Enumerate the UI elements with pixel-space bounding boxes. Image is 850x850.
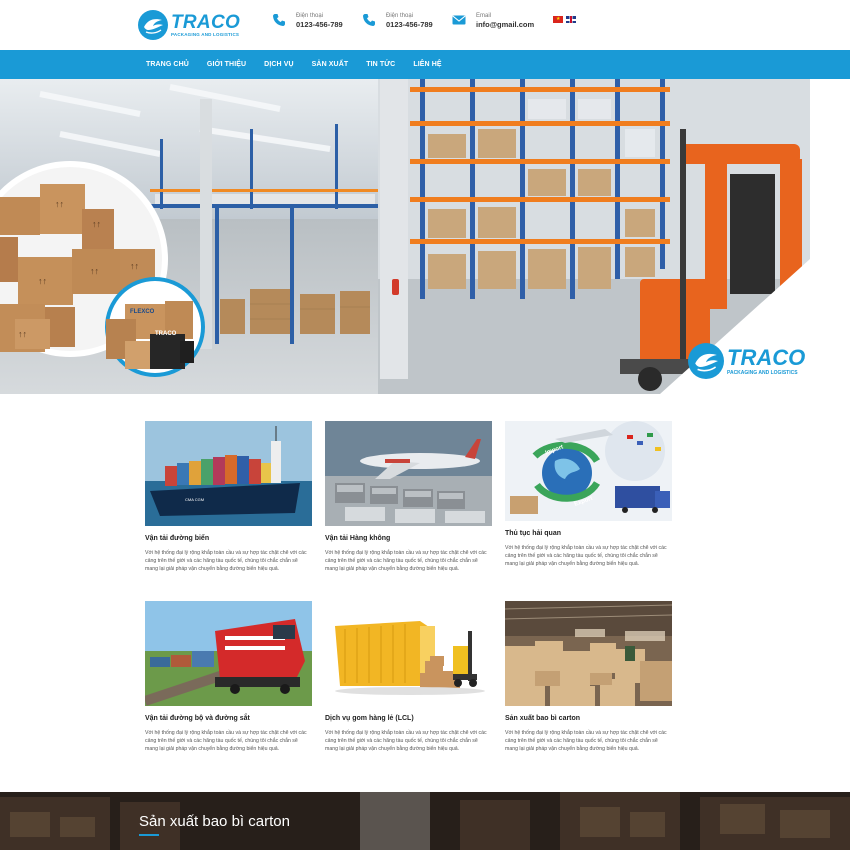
- nav-item-news[interactable]: TIN TỨC: [366, 61, 395, 68]
- warehouse-banner-image: [0, 792, 850, 850]
- customs-image[interactable]: Import Export: [505, 421, 672, 521]
- site-logo[interactable]: TRACO PACKAGING AND LOGISTICS: [138, 8, 240, 42]
- service-card-lcl[interactable]: Dịch vụ gom hàng lẻ (LCL) Với hệ thống đ…: [325, 601, 492, 753]
- svg-text:↑↑: ↑↑: [92, 219, 101, 229]
- bird-logo-icon: [138, 10, 168, 40]
- carton-section-banner: [0, 792, 850, 850]
- nav-item-services[interactable]: DỊCH VỤ: [264, 61, 293, 68]
- service-description: Với hệ thống đại lý rộng khắp toàn cầu v…: [145, 550, 307, 572]
- service-title[interactable]: Vận tải đường bộ và đường sắt: [145, 714, 312, 723]
- contact-email: Email info@gmail.com: [452, 12, 534, 30]
- service-description: Với hệ thống đại lý rộng khắp toàn cầu v…: [145, 730, 307, 752]
- hero-logo-tagline: PACKAGING AND LOGISTICS: [727, 369, 798, 376]
- contact-label: Điện thoại: [386, 13, 414, 19]
- nav-item-production[interactable]: SẢN XUẤT: [312, 61, 349, 68]
- site-header: TRACO PACKAGING AND LOGISTICS Điện thoại…: [0, 0, 850, 50]
- contact-phone-value[interactable]: 0123-456-789: [386, 20, 433, 30]
- nav-item-contact[interactable]: LIÊN HỆ: [413, 61, 441, 68]
- uk-flag-icon[interactable]: [566, 16, 576, 23]
- vn-flag-icon[interactable]: [553, 16, 563, 23]
- contact-phone-1: Điện thoại 0123-456-789: [272, 12, 343, 30]
- service-title[interactable]: Thủ tục hải quan: [505, 529, 672, 538]
- hero-banner: ↑↑ ↑↑ ↑↑ ↑↑ ↑↑ ↑↑ FLEXCO TRACO TRACO PACKAGI…: [0, 79, 810, 394]
- svg-text:FLEXCO: FLEXCO: [130, 309, 155, 315]
- sea-freight-image[interactable]: CMA CGM: [145, 421, 312, 526]
- air-freight-image[interactable]: [325, 421, 492, 526]
- nav-item-about[interactable]: GIỚI THIỆU: [207, 61, 246, 68]
- service-description: Với hệ thống đại lý rộng khắp toàn cầu v…: [325, 550, 487, 572]
- contact-phone-2: Điện thoại 0123-456-789: [362, 12, 433, 30]
- svg-text:↑↑: ↑↑: [18, 329, 27, 339]
- phone-icon: [273, 14, 285, 26]
- svg-text:↑↑: ↑↑: [38, 276, 47, 286]
- carton-section-title: Sản xuất bao bì carton: [139, 813, 290, 830]
- svg-text:TRACO: TRACO: [155, 331, 177, 337]
- svg-text:↑↑: ↑↑: [90, 266, 99, 276]
- nav-item-home[interactable]: TRANG CHỦ: [146, 61, 189, 68]
- hero-right-margin: [810, 79, 850, 394]
- logo-tagline: PACKAGING AND LOGISTICS: [171, 31, 240, 37]
- service-description: Với hệ thống đại lý rộng khắp toàn cầu v…: [505, 545, 667, 567]
- contact-phone-value[interactable]: 0123-456-789: [296, 20, 343, 30]
- phone-icon: [363, 14, 375, 26]
- logo-wordmark: TRACO: [171, 11, 241, 33]
- bird-logo-icon: [688, 343, 724, 379]
- main-nav: TRANG CHỦ GIỚI THIỆU DỊCH VỤ SẢN XUẤT TI…: [0, 50, 850, 79]
- hero-logo: TRACO PACKAGING AND LOGISTICS: [688, 343, 805, 379]
- contact-label: Email: [476, 13, 492, 19]
- service-title[interactable]: Dịch vụ gom hàng lẻ (LCL): [325, 714, 492, 723]
- language-switcher: [553, 16, 576, 23]
- carton-production-image[interactable]: [505, 601, 672, 706]
- service-card-rail[interactable]: Vận tải đường bộ và đường sắt Với hệ thố…: [145, 601, 312, 753]
- service-card-air[interactable]: Vận tải Hàng không Với hệ thống đại lý r…: [325, 421, 492, 573]
- service-card-sea[interactable]: CMA CGM Vận tải đường biển Với hệ thống …: [145, 421, 312, 573]
- lcl-container-image[interactable]: [325, 601, 492, 706]
- title-underline: [139, 834, 159, 836]
- service-title[interactable]: Vận tải Hàng không: [325, 534, 492, 543]
- service-description: Với hệ thống đại lý rộng khắp toàn cầu v…: [505, 730, 667, 752]
- hero-logo-wordmark: TRACO: [727, 344, 806, 370]
- svg-text:CMA CGM: CMA CGM: [185, 497, 204, 502]
- rail-freight-image[interactable]: [145, 601, 312, 706]
- svg-text:↑↑: ↑↑: [130, 261, 139, 271]
- contact-label: Điện thoại: [296, 13, 324, 19]
- mail-icon: [452, 15, 466, 25]
- svg-text:↑↑: ↑↑: [55, 199, 64, 209]
- service-description: Với hệ thống đại lý rộng khắp toàn cầu v…: [325, 730, 487, 752]
- service-card-carton[interactable]: Sản xuất bao bì carton Với hệ thống đại …: [505, 601, 672, 753]
- service-title[interactable]: Vận tải đường biển: [145, 534, 312, 543]
- service-card-customs[interactable]: Import Export Thủ tục hải quan Với hệ th…: [505, 421, 672, 568]
- service-title[interactable]: Sản xuất bao bì carton: [505, 714, 672, 723]
- contact-email-value[interactable]: info@gmail.com: [476, 20, 534, 30]
